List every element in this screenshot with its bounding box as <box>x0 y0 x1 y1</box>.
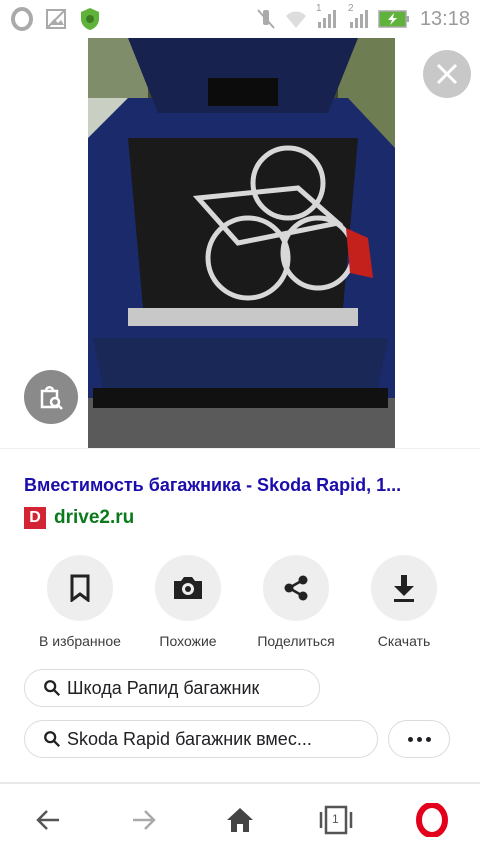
back-icon <box>36 810 59 830</box>
close-icon <box>436 63 458 85</box>
more-button[interactable] <box>388 720 450 758</box>
battery-charging-icon <box>378 10 409 28</box>
forward-icon <box>133 810 156 830</box>
related-search-text: Шкода Рапид багажник <box>67 677 260 698</box>
image-viewer <box>0 38 480 448</box>
similar-label: Похожие <box>159 633 217 649</box>
save-label: В избранное <box>39 633 121 649</box>
share-button-circle[interactable] <box>263 555 329 621</box>
source-domain[interactable]: drive2.ru <box>54 507 134 529</box>
similar-button-circle[interactable] <box>155 555 221 621</box>
bookmark-icon <box>70 574 90 602</box>
download-button[interactable]: Скачать <box>350 555 458 649</box>
shield-icon <box>81 8 99 30</box>
save-button[interactable]: В избранное <box>26 555 134 649</box>
result-info-card: Вместимость багажника - Skoda Rapid, 1..… <box>0 448 480 780</box>
lens-search-icon <box>40 386 63 410</box>
opera-icon <box>11 7 33 31</box>
more-dot <box>425 736 431 742</box>
image-icon <box>46 9 66 29</box>
clock: 13:18 <box>419 7 470 30</box>
visual-search-button[interactable] <box>24 370 78 424</box>
search-icon <box>44 731 60 747</box>
related-search-chip[interactable]: Шкода Рапид багажник <box>24 669 320 707</box>
share-icon <box>284 575 308 601</box>
forward-button[interactable] <box>124 800 164 840</box>
save-button-circle[interactable] <box>47 555 113 621</box>
related-search-chip[interactable]: Skoda Rapid багажник вмес... <box>24 720 378 758</box>
more-dot <box>416 736 422 742</box>
opera-menu-button[interactable] <box>412 800 452 840</box>
sim2-label: 2 <box>347 3 354 14</box>
tab-count: 1 <box>332 812 339 826</box>
download-label: Скачать <box>377 633 431 649</box>
download-button-circle[interactable] <box>371 555 437 621</box>
status-left-icons <box>10 7 102 31</box>
download-icon <box>394 575 414 602</box>
action-row: В избранное Похожие Поделиться Скачать <box>26 555 458 649</box>
share-label: Поделиться <box>257 633 335 649</box>
sim1-label: 1 <box>315 3 322 14</box>
similar-button[interactable]: Похожие <box>134 555 242 649</box>
opera-menu-icon <box>416 803 448 837</box>
bottom-navigation: 1 <box>0 782 480 854</box>
back-button[interactable] <box>28 800 68 840</box>
tabs-button[interactable]: 1 <box>316 800 356 840</box>
status-right-icons: 1 2 13:18 <box>254 3 470 33</box>
search-icon <box>44 680 60 696</box>
home-button[interactable] <box>220 800 260 840</box>
related-search-text: Skoda Rapid багажник вмес... <box>67 728 312 749</box>
share-button[interactable]: Поделиться <box>242 555 350 649</box>
close-button[interactable] <box>423 50 471 98</box>
status-bar: 1 2 13:18 <box>0 0 480 38</box>
signal-sim1: 1 <box>314 3 340 31</box>
home-icon <box>227 808 253 832</box>
car-trunk-photo[interactable] <box>88 38 395 448</box>
wifi-icon <box>285 11 306 28</box>
camera-icon <box>174 577 202 599</box>
mute-icon <box>257 9 275 29</box>
result-title[interactable]: Вместимость багажника - Skoda Rapid, 1..… <box>24 475 464 496</box>
result-source[interactable]: D drive2.ru <box>24 507 134 529</box>
signal-sim2: 2 <box>346 3 372 31</box>
more-dot <box>407 736 413 742</box>
site-favicon: D <box>24 507 46 529</box>
